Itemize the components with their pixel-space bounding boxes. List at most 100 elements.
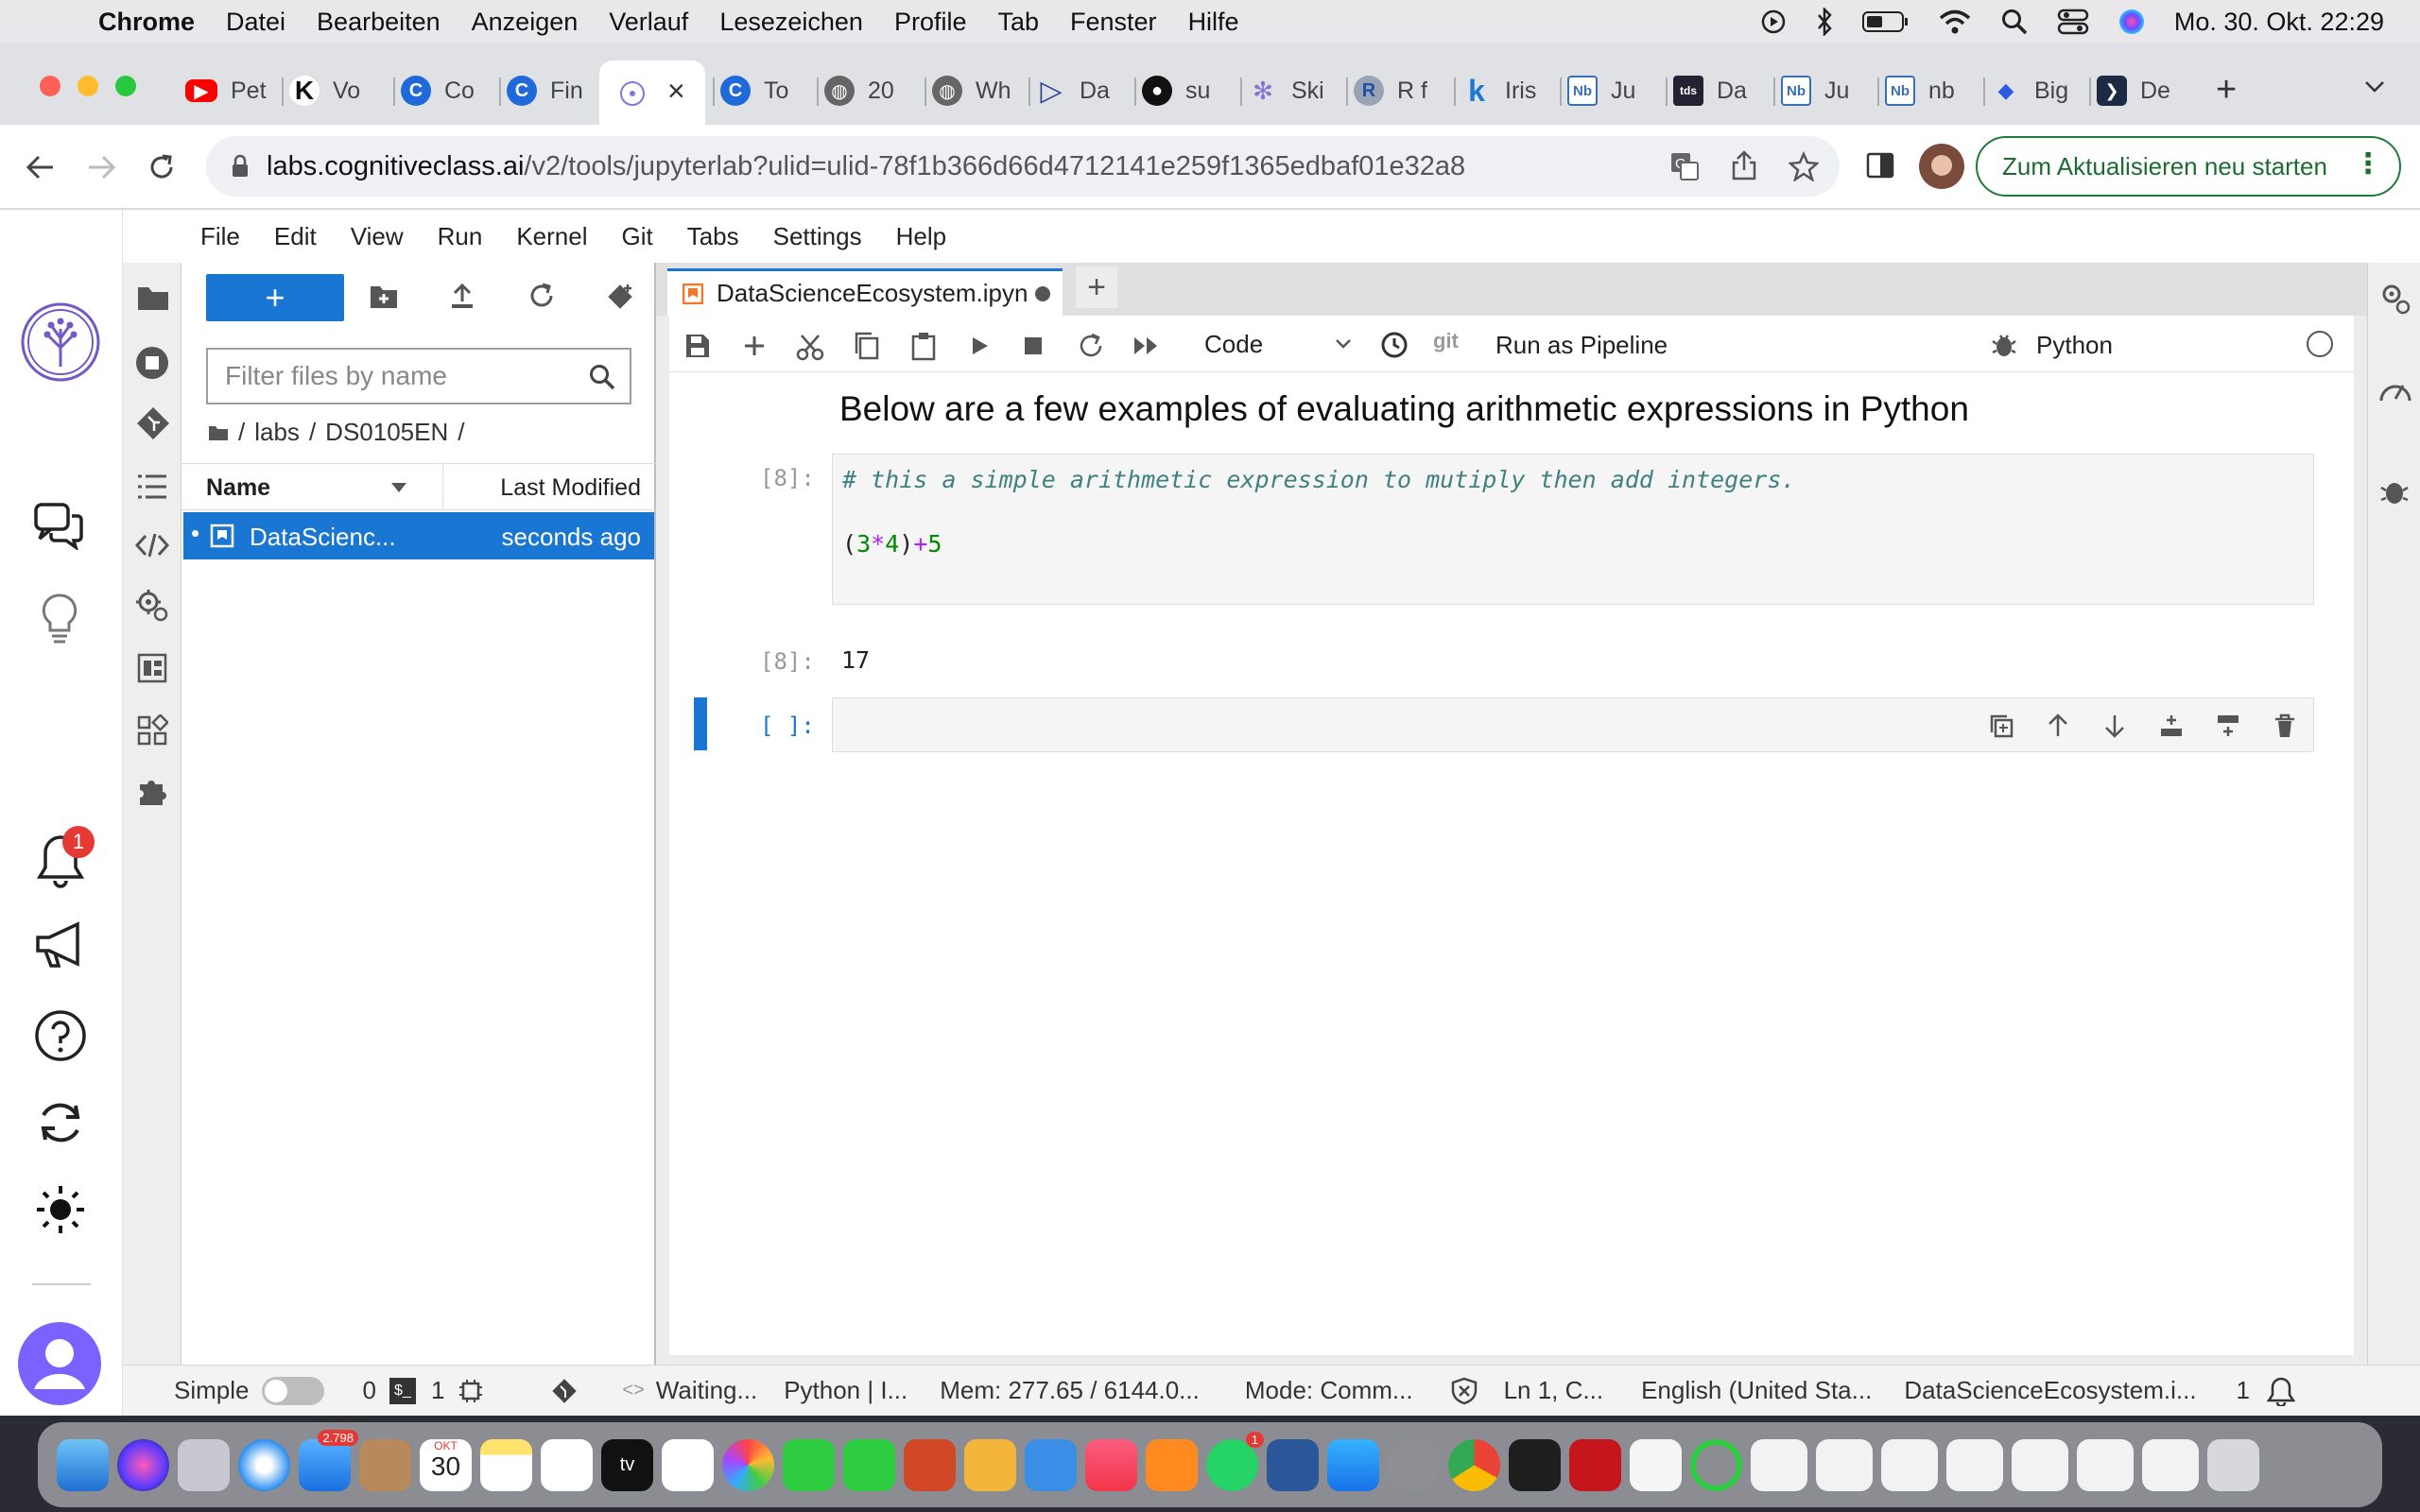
breadcrumb-ds0105en[interactable]: DS0105EN	[325, 418, 448, 447]
kernel-count[interactable]: 1	[431, 1376, 444, 1405]
menu-profile[interactable]: Profile	[894, 8, 967, 37]
code-cell-editor[interactable]: # this a simple arithmetic expression to…	[832, 454, 2314, 605]
wifi-icon[interactable]	[1938, 9, 1972, 35]
execution-time-clock-icon[interactable]	[1380, 331, 1409, 359]
chrome-tab[interactable]: ✻ Ski	[1240, 66, 1324, 115]
chrome-tab[interactable]: tds Da	[1666, 66, 1747, 115]
chrome-dock-icon[interactable]	[1448, 1438, 1500, 1491]
chrome-tab[interactable]: k Iris	[1453, 66, 1536, 115]
property-inspector-gears-icon[interactable]	[134, 588, 170, 624]
column-modified-header[interactable]: Last Modified	[500, 474, 641, 502]
chrome-tab[interactable]: RR f	[1346, 66, 1427, 115]
cut-scissors-icon[interactable]	[796, 333, 824, 361]
control-center-icon[interactable]	[2057, 8, 2089, 36]
launchpad-icon[interactable]	[178, 1438, 230, 1491]
spellcheck-language[interactable]: English (United Sta...	[1641, 1376, 1872, 1405]
empty-code-cell-editor[interactable]	[832, 697, 2314, 752]
simple-mode-toggle[interactable]	[262, 1376, 325, 1405]
upload-icon[interactable]	[448, 282, 476, 310]
debugger-bug-icon[interactable]	[2379, 476, 2410, 507]
trusted-shield-icon[interactable]	[1451, 1377, 1478, 1405]
contacts-icon[interactable]	[359, 1438, 411, 1491]
spotlight-search-icon[interactable]	[2000, 8, 2029, 36]
menu-fenster[interactable]: Fenster	[1070, 8, 1157, 37]
terminal-dock-icon[interactable]	[1509, 1438, 1561, 1491]
activity-ring-icon[interactable]	[1690, 1438, 1742, 1491]
facetime-icon[interactable]	[843, 1438, 895, 1491]
address-bar[interactable]: labs.cognitiveclass.ai/v2/tools/jupyterl…	[206, 136, 1840, 197]
file-list-item[interactable]: • DataScienc... seconds ago	[183, 512, 654, 559]
unsaved-dot-icon[interactable]	[1035, 285, 1051, 301]
help-question-icon[interactable]	[34, 1009, 87, 1062]
translate-icon[interactable]: G	[1669, 151, 1700, 181]
notification-count[interactable]: 1	[2237, 1376, 2250, 1405]
lightbulb-icon[interactable]	[40, 593, 79, 645]
sync-arrows-icon[interactable]	[34, 1096, 87, 1149]
property-inspector-gears-icon[interactable]	[2379, 282, 2411, 316]
system-settings-icon[interactable]	[1388, 1438, 1440, 1491]
chrome-tab[interactable]: ● su	[1133, 66, 1210, 115]
lock-icon[interactable]	[231, 154, 250, 179]
delete-cell-trash-icon[interactable]	[2272, 713, 2298, 739]
chrome-tab[interactable]: ◆ Big	[1982, 66, 2068, 115]
jmenu-kernel[interactable]: Kernel	[516, 222, 587, 251]
interrupt-stop-icon[interactable]	[1023, 335, 1044, 356]
messages-icon[interactable]	[783, 1438, 835, 1491]
powerpoint-icon[interactable]	[904, 1438, 956, 1491]
recent-document-thumbnail[interactable]	[1946, 1438, 2003, 1491]
chrome-tab[interactable]: ❯ De	[2089, 66, 2170, 115]
notification-bell-icon[interactable]	[2267, 1376, 2296, 1406]
sort-caret-icon[interactable]	[391, 483, 406, 492]
more-vertical-icon[interactable]: ⋮	[2354, 147, 2382, 180]
menu-tab[interactable]: Tab	[997, 8, 1039, 37]
apple-tv-icon[interactable]: tv	[601, 1438, 653, 1491]
menu-datei[interactable]: Datei	[226, 8, 285, 37]
safari-icon[interactable]	[238, 1438, 290, 1491]
insert-cell-icon[interactable]	[741, 333, 768, 359]
tab-datascienceecosystem[interactable]: DataScienceEcosystem.ipyn	[667, 268, 1063, 316]
kernel-status[interactable]: Python | I...	[784, 1376, 908, 1405]
notes-icon[interactable]	[480, 1438, 532, 1491]
profile-avatar[interactable]	[1919, 144, 1964, 189]
cursor-position[interactable]: Ln 1, C...	[1504, 1376, 1604, 1405]
skills-network-logo-icon[interactable]	[19, 301, 102, 384]
new-folder-icon[interactable]	[369, 284, 399, 310]
copy-icon[interactable]	[853, 331, 881, 361]
mail-icon[interactable]: 2.798	[299, 1429, 358, 1491]
recent-document-thumbnail[interactable]	[1816, 1438, 1873, 1491]
chrome-tab[interactable]: C To	[712, 66, 788, 115]
chrome-tab[interactable]: K Vo	[281, 66, 360, 115]
finder-icon[interactable]	[57, 1438, 109, 1491]
affinity-icon[interactable]	[1630, 1438, 1682, 1491]
new-tab-button[interactable]: +	[2216, 70, 2237, 111]
siri-dock-icon[interactable]	[117, 1438, 169, 1491]
git-label[interactable]: git	[1433, 329, 1459, 353]
close-window-button[interactable]	[40, 76, 60, 96]
chrome-tab[interactable]: Nb Ju	[1772, 66, 1849, 115]
jmenu-file[interactable]: File	[200, 222, 240, 251]
chrome-tab[interactable]: Nb Ju	[1559, 66, 1635, 115]
jmenu-settings[interactable]: Settings	[773, 222, 862, 251]
zoom-window-button[interactable]	[115, 76, 136, 96]
refresh-icon[interactable]	[527, 282, 556, 310]
kernel-name[interactable]: Python	[2036, 331, 2113, 360]
lsp-icon[interactable]: <>	[622, 1380, 644, 1401]
reload-icon[interactable]	[146, 151, 178, 183]
freeform-icon[interactable]	[541, 1438, 593, 1491]
jmenu-git[interactable]: Git	[621, 222, 652, 251]
recent-document-thumbnail[interactable]	[2077, 1438, 2134, 1491]
insert-cell-above-icon[interactable]	[2158, 713, 2185, 739]
bookmark-star-icon[interactable]	[1789, 151, 1819, 181]
back-arrow-icon[interactable]	[25, 151, 57, 183]
restart-kernel-icon[interactable]	[1078, 333, 1104, 359]
kernel-chip-icon[interactable]	[458, 1378, 484, 1404]
column-name-header[interactable]: Name	[206, 474, 270, 502]
side-panel-icon[interactable]	[1866, 151, 1894, 180]
extension-catalog-icon[interactable]	[136, 652, 168, 684]
paste-clipboard-icon[interactable]	[909, 331, 938, 361]
menu-anzeigen[interactable]: Anzeigen	[472, 8, 579, 37]
word-icon[interactable]	[1267, 1438, 1319, 1491]
chrome-tab[interactable]: ▶ Pet	[185, 66, 267, 115]
lsp-status[interactable]: Waiting...	[656, 1376, 757, 1405]
folder-icon[interactable]	[208, 424, 229, 441]
